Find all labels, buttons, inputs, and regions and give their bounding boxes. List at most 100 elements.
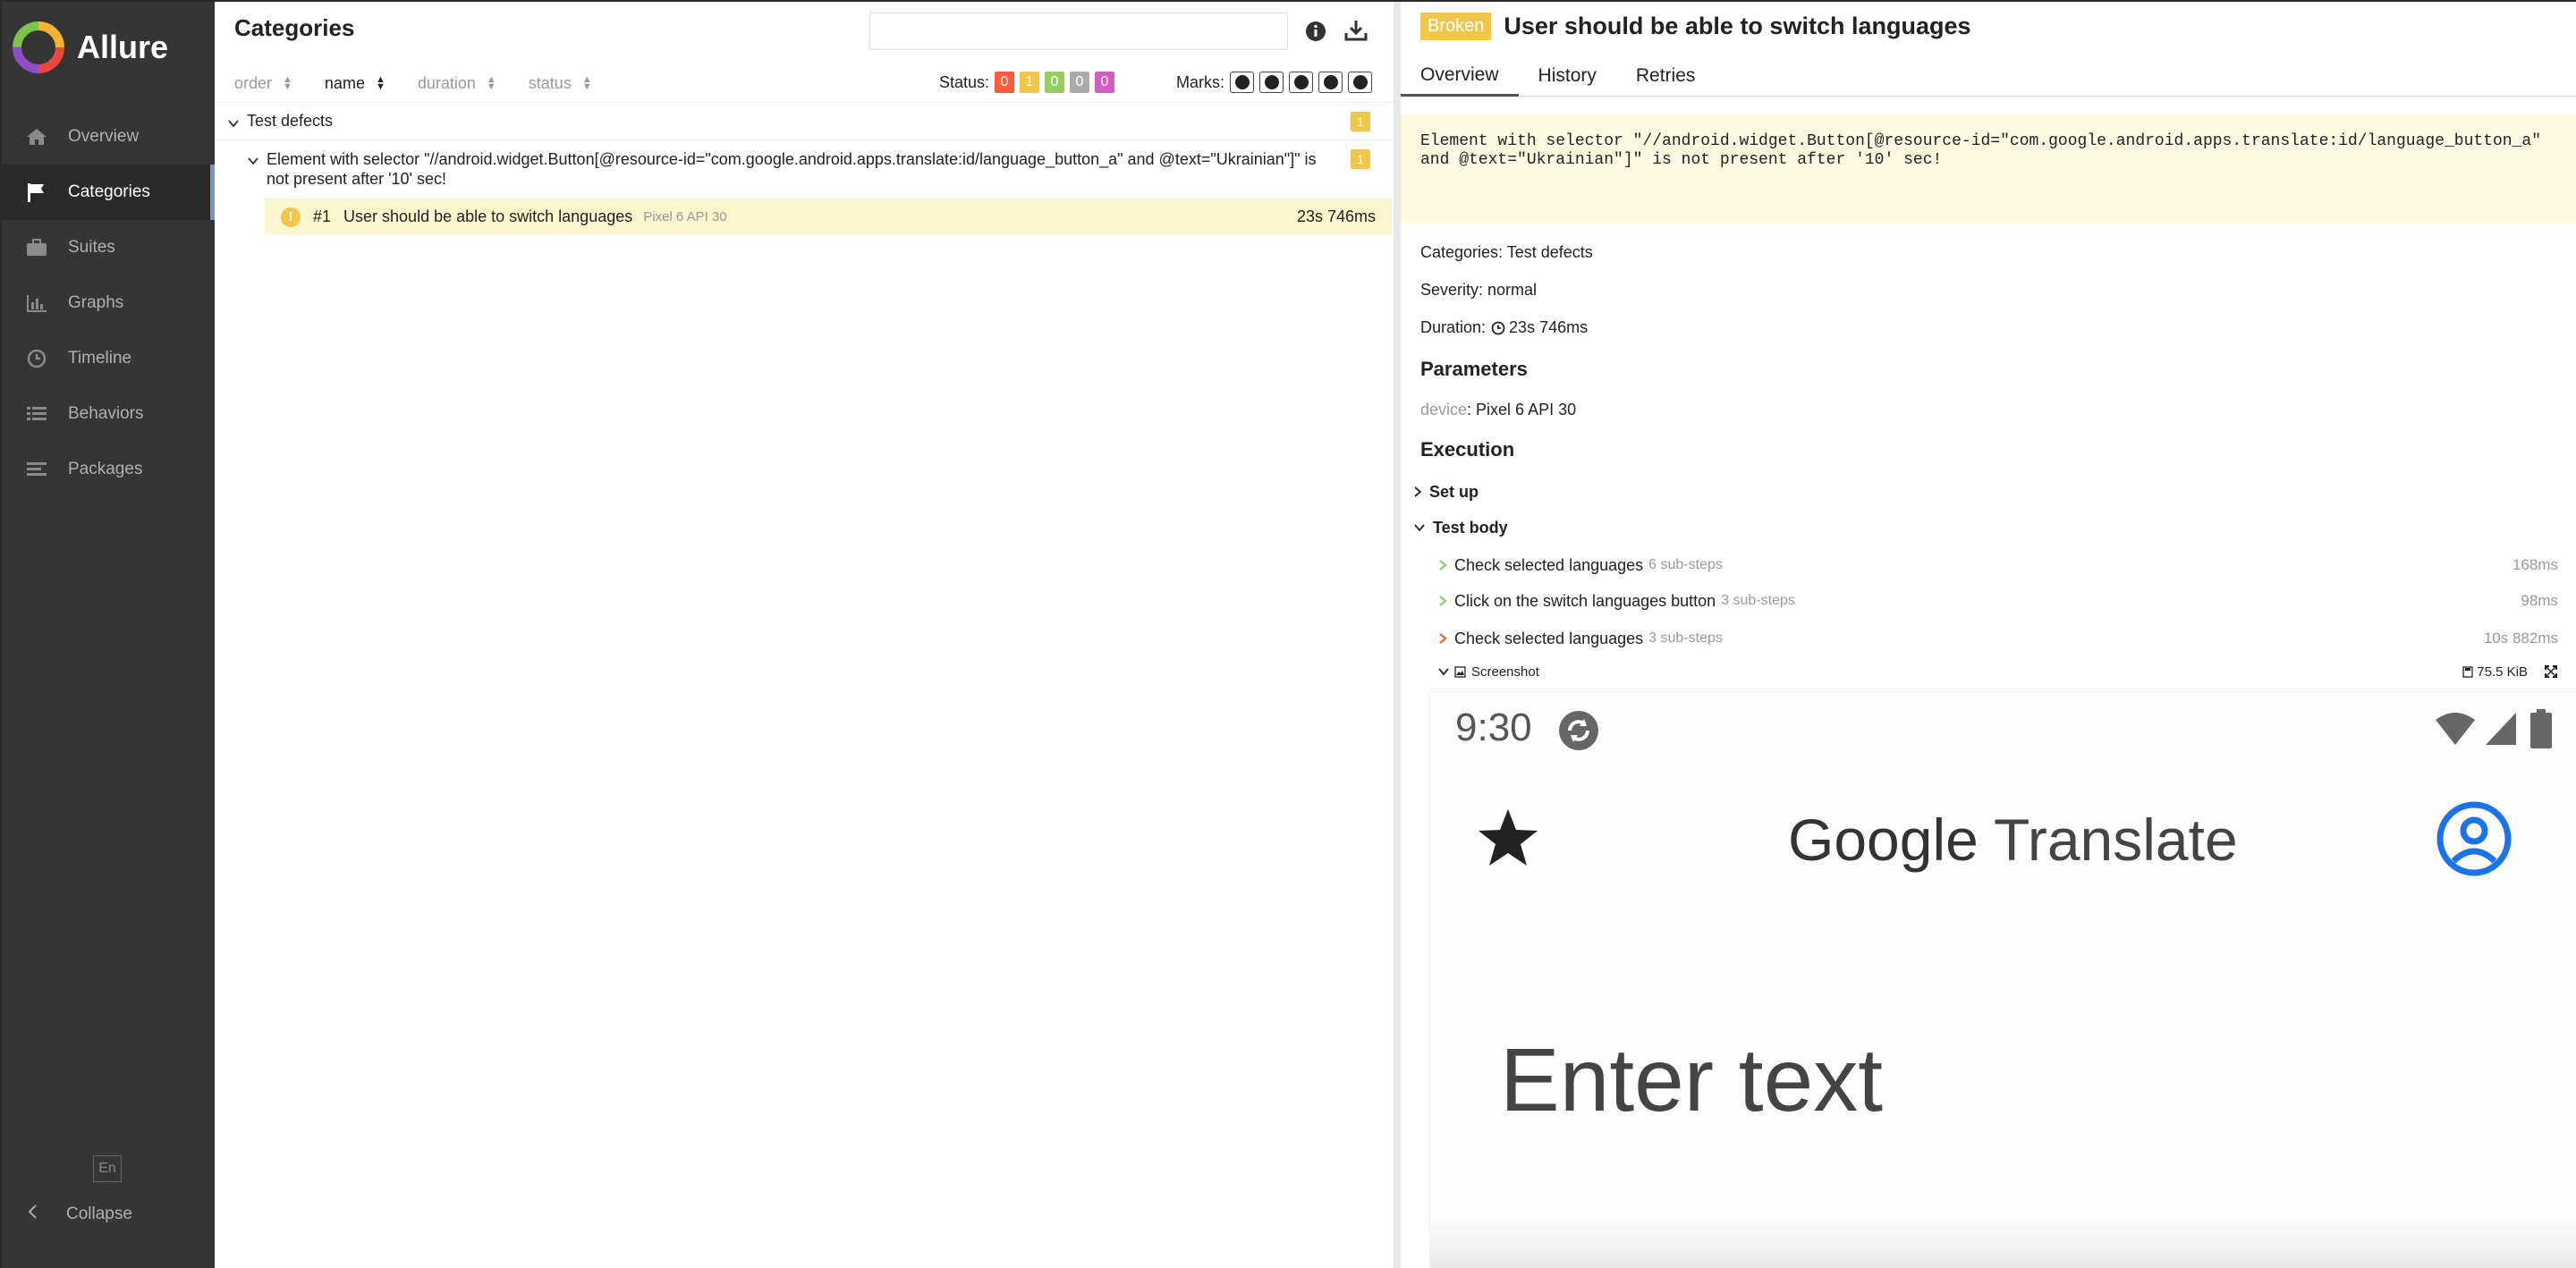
chevron-down-icon xyxy=(1413,523,1426,532)
bottom-fade xyxy=(1430,1215,2576,1268)
mark-new-passed-icon[interactable] xyxy=(1289,72,1313,93)
search-input[interactable] xyxy=(869,13,1288,50)
sidebar-item-packages[interactable]: Packages xyxy=(2,442,215,497)
test-body-section[interactable]: Test body xyxy=(1401,510,2576,545)
status-failed-counter[interactable]: 0 xyxy=(995,72,1014,93)
broken-status-icon: ! xyxy=(281,207,301,227)
sidebar-item-graphs[interactable]: Graphs xyxy=(2,275,215,331)
briefcase-icon xyxy=(21,235,52,260)
sidebar-item-label: Suites xyxy=(68,238,115,257)
account-icon xyxy=(2436,800,2512,877)
allure-logo-icon xyxy=(13,21,64,73)
tree-group-category[interactable]: Test defects 1 xyxy=(215,102,1394,139)
sidebar-item-behaviors[interactable]: Behaviors xyxy=(2,386,215,442)
attachment-size: 75.5 KiB xyxy=(2462,664,2528,680)
download-icon[interactable] xyxy=(1343,18,1368,43)
attachment-name: Screenshot xyxy=(1471,664,1539,680)
attachment-size-value: 75.5 KiB xyxy=(2477,664,2528,680)
status-unknown-counter[interactable]: 0 xyxy=(1095,72,1114,93)
parameters-title: Parameters xyxy=(1420,358,1528,380)
test-number: #1 xyxy=(313,207,332,225)
mark-flaky-icon[interactable] xyxy=(1230,72,1254,93)
duration-label: Duration: xyxy=(1420,318,1487,336)
error-message-box[interactable]: Element with selector "//android.widget.… xyxy=(1401,114,2576,224)
step-substeps: 3 sub-steps xyxy=(1721,593,1795,608)
categories-line: Categories: Test defects xyxy=(1420,243,1593,261)
parameter-value: : Pixel 6 API 30 xyxy=(1467,401,1577,418)
step-name: Check selected languages xyxy=(1454,629,1644,647)
clock-icon xyxy=(21,346,52,371)
flag-icon xyxy=(21,180,52,205)
sidebar-item-label: Categories xyxy=(68,182,150,201)
image-icon xyxy=(1454,665,1466,678)
collapse-button[interactable]: Collapse xyxy=(27,1204,132,1225)
mark-new-failed-icon[interactable] xyxy=(1259,72,1284,93)
sidebar-item-timeline[interactable]: Timeline xyxy=(2,331,215,386)
sidebar-item-overview[interactable]: Overview xyxy=(2,109,215,165)
enter-text-placeholder: Enter text xyxy=(1500,1030,1883,1130)
tab-overview[interactable]: Overview xyxy=(1401,55,1519,97)
test-name: User should be able to switch languages xyxy=(343,207,633,225)
sort-arrows-icon: ▲ ▼ xyxy=(581,74,592,92)
logo-translate: Translate xyxy=(1993,807,2238,873)
info-icon[interactable] xyxy=(1304,20,1327,43)
home-icon xyxy=(21,124,52,149)
sync-icon xyxy=(1557,709,1600,752)
detail-tabs: Overview History Retries xyxy=(1401,55,2576,97)
sort-label: order xyxy=(234,73,273,92)
brand[interactable]: Allure xyxy=(13,20,168,75)
sort-duration[interactable]: duration ▲ ▼ xyxy=(418,74,496,93)
sidebar-item-suites[interactable]: Suites xyxy=(2,220,215,275)
sidebar: Allure Overview Categories Suites Graphs… xyxy=(2,2,215,1268)
setup-section[interactable]: Set up xyxy=(1401,474,2576,510)
status-passed-counter[interactable]: 0 xyxy=(1045,72,1064,93)
sort-status[interactable]: status ▲ ▼ xyxy=(529,74,592,93)
chevron-down-icon xyxy=(1438,667,1449,676)
sidebar-item-label: Graphs xyxy=(68,293,124,312)
marks-label: Marks: xyxy=(1176,72,1224,91)
mark-retries-icon[interactable] xyxy=(1348,72,1372,93)
sidebar-item-label: Packages xyxy=(68,460,143,478)
chevron-down-icon xyxy=(227,115,240,128)
tab-retries[interactable]: Retries xyxy=(1616,55,1716,97)
step-duration: 168ms xyxy=(2512,556,2558,573)
collapse-label: Collapse xyxy=(66,1205,132,1223)
step-name: Click on the switch languages button xyxy=(1454,591,1716,610)
parameter-row: device: Pixel 6 API 30 xyxy=(1420,401,1576,419)
test-details-pane: Broken User should be able to switch lan… xyxy=(1401,2,2576,1268)
app-name: Allure xyxy=(77,29,169,65)
pane-resize-handle[interactable] xyxy=(1394,2,1401,1268)
sort-arrows-icon: ▲ ▼ xyxy=(486,74,496,92)
execution-title: Execution xyxy=(1420,438,1515,461)
language-button[interactable]: En xyxy=(93,1155,122,1182)
expand-icon[interactable] xyxy=(2544,664,2558,679)
tab-history[interactable]: History xyxy=(1519,55,1616,97)
file-icon xyxy=(2462,665,2473,678)
chevron-right-icon xyxy=(1438,595,1447,607)
attachment-row[interactable]: Screenshot 75.5 KiB xyxy=(1401,660,2576,683)
status-skipped-counter[interactable]: 0 xyxy=(1070,72,1089,93)
tree-group-message[interactable]: Element with selector "//android.widget.… xyxy=(215,139,1394,199)
category-name: Test defects xyxy=(247,112,334,130)
bar-chart-icon xyxy=(21,291,52,316)
google-translate-logo: Google Translate xyxy=(1788,806,2238,874)
status-filter: Status: 0 1 0 0 0 xyxy=(939,72,1114,93)
sort-label: duration xyxy=(417,73,476,92)
parameter-key: device xyxy=(1420,401,1468,418)
message-count-badge: 1 xyxy=(1351,149,1370,169)
sidebar-item-categories[interactable]: Categories xyxy=(2,165,215,220)
step-row[interactable]: Click on the switch languages button 3 s… xyxy=(1401,583,2576,619)
step-row[interactable]: Check selected languages 3 sub-steps 10s… xyxy=(1401,621,2576,656)
sort-name[interactable]: name ▲ ▼ xyxy=(325,74,386,93)
sort-order[interactable]: order ▲ ▼ xyxy=(234,74,292,93)
step-row[interactable]: Check selected languages 6 sub-steps 168… xyxy=(1401,547,2576,583)
test-duration: 23s 746ms xyxy=(1296,207,1376,225)
sort-label: name xyxy=(324,73,365,92)
sidebar-nav: Overview Categories Suites Graphs Timeli… xyxy=(2,109,215,497)
star-icon xyxy=(1477,806,1539,868)
chevron-right-icon xyxy=(1438,632,1447,645)
test-row[interactable]: ! #1 User should be able to switch langu… xyxy=(265,199,1392,234)
status-broken-counter[interactable]: 1 xyxy=(1020,72,1039,93)
mark-new-broken-icon[interactable] xyxy=(1318,72,1343,93)
signal-icon xyxy=(2484,711,2518,747)
